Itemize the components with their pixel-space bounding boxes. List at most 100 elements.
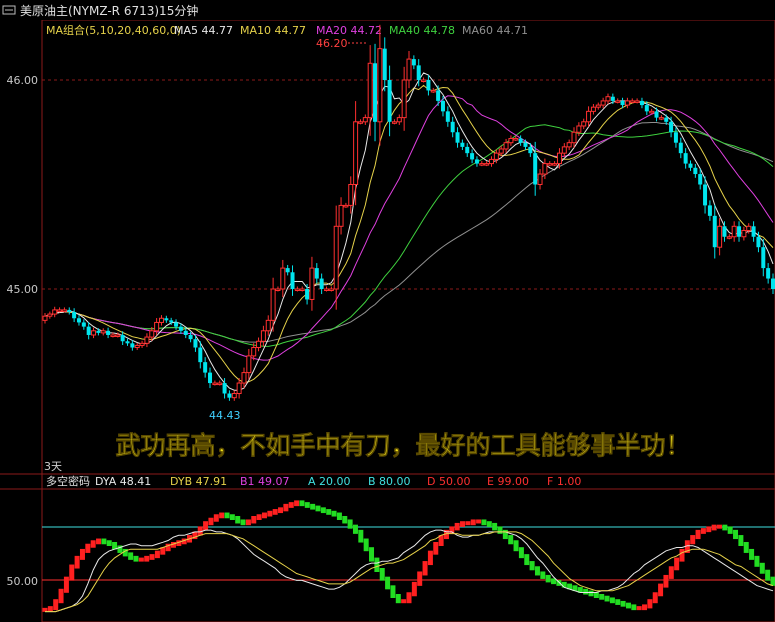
low-annotation: 44.43 xyxy=(209,409,241,422)
period-label: 3天 xyxy=(44,460,62,473)
b1-marker xyxy=(401,599,407,604)
promo-banner: 武功再高，不如手中有刀，最好的工具能够事半功！ xyxy=(115,431,690,460)
candle xyxy=(470,149,475,164)
candle xyxy=(595,102,601,110)
b1-marker xyxy=(759,562,765,574)
candle xyxy=(323,286,329,292)
candle xyxy=(649,108,655,114)
indicator-readout-dyb: DYB 47.91 xyxy=(170,475,227,488)
b1-marker xyxy=(534,566,540,576)
b1-marker xyxy=(652,592,658,604)
ma-readout-ma5: MA5 44.77 xyxy=(174,24,233,37)
candle xyxy=(61,307,67,313)
b1-marker xyxy=(90,540,96,548)
b1-marker xyxy=(358,529,364,543)
candle xyxy=(445,106,450,127)
b1-marker xyxy=(690,535,696,545)
candle xyxy=(406,50,412,89)
ma-readout-ma20: MA20 44.72 xyxy=(316,24,382,37)
candle xyxy=(751,221,756,242)
candle xyxy=(348,176,354,214)
candle xyxy=(726,234,732,240)
b1-marker xyxy=(53,599,59,611)
b1-marker xyxy=(454,522,460,531)
candle xyxy=(134,342,140,351)
candle xyxy=(130,340,135,351)
candle xyxy=(523,139,528,151)
candle xyxy=(106,327,111,339)
candle xyxy=(712,204,717,259)
b1-marker xyxy=(101,538,107,545)
b1-marker xyxy=(733,529,739,540)
b1-marker xyxy=(695,529,701,540)
b1-marker xyxy=(513,540,519,552)
candle xyxy=(164,315,169,323)
indicator-readout-f: F 1.00 xyxy=(547,475,581,488)
b1-marker xyxy=(609,597,615,604)
b1-marker xyxy=(545,574,551,583)
candle xyxy=(693,164,698,178)
candle xyxy=(52,306,58,318)
candle xyxy=(688,160,693,171)
candle xyxy=(411,55,416,70)
indicator-readout-d: D 50.00 xyxy=(427,475,470,488)
candle xyxy=(72,308,77,323)
b1-marker xyxy=(208,517,214,526)
candle xyxy=(217,380,223,386)
b1-marker xyxy=(390,585,396,598)
candle xyxy=(139,340,145,348)
b1-marker xyxy=(63,576,69,593)
candle xyxy=(717,218,723,256)
candle xyxy=(343,202,349,208)
b1-marker xyxy=(74,555,80,569)
b1-marker xyxy=(647,599,653,609)
indicator-readout-e: E 99.00 xyxy=(487,475,529,488)
b1-marker xyxy=(486,521,492,527)
b1-marker xyxy=(529,561,535,571)
b1-marker xyxy=(203,521,209,531)
indicator-readout-b1: B1 49.07 xyxy=(240,475,290,488)
candle xyxy=(158,315,164,326)
b1-marker xyxy=(481,519,487,526)
candle xyxy=(731,221,737,242)
b1-marker xyxy=(336,512,342,520)
price-chart: 美原油主(NYMZ-R 6713)15分钟 MA组合(5,10,20,40,60… xyxy=(0,0,775,622)
b1-marker xyxy=(460,521,466,527)
candle xyxy=(260,325,266,347)
candle xyxy=(673,127,678,148)
price-label-45: 45.00 xyxy=(7,283,39,296)
b1-marker xyxy=(219,512,225,519)
b1-marker xyxy=(470,519,476,526)
ma-readout-ma60: MA60 44.71 xyxy=(462,24,528,37)
candle xyxy=(86,322,91,340)
candle xyxy=(275,286,281,292)
candle xyxy=(76,315,81,326)
candle xyxy=(566,139,572,151)
candle xyxy=(333,205,339,310)
candle xyxy=(353,101,359,206)
b1-marker xyxy=(588,590,594,597)
price-label-46: 46.00 xyxy=(7,74,39,87)
b1-marker xyxy=(631,604,637,611)
b1-marker xyxy=(278,507,284,514)
b1-marker xyxy=(658,583,664,597)
b1-marker xyxy=(144,555,150,562)
ma-readout-ma40: MA40 44.78 xyxy=(389,24,455,37)
candle xyxy=(174,319,179,330)
b1-marker xyxy=(69,564,75,581)
candle xyxy=(377,24,383,146)
b1-marker xyxy=(743,542,749,553)
b1-marker xyxy=(465,521,471,526)
b1-marker xyxy=(235,516,241,524)
candle xyxy=(678,137,683,159)
b1-marker xyxy=(722,524,728,531)
b1-marker xyxy=(283,503,289,512)
ma-readout-ma10: MA10 44.77 xyxy=(240,24,306,37)
candle xyxy=(81,319,86,330)
candle xyxy=(367,45,373,136)
candle xyxy=(280,259,286,298)
candle xyxy=(479,161,485,167)
b1-marker xyxy=(679,548,685,562)
b1-marker xyxy=(294,500,300,507)
chart-title: 美原油主(NYMZ-R 6713)15分钟 xyxy=(20,3,198,18)
